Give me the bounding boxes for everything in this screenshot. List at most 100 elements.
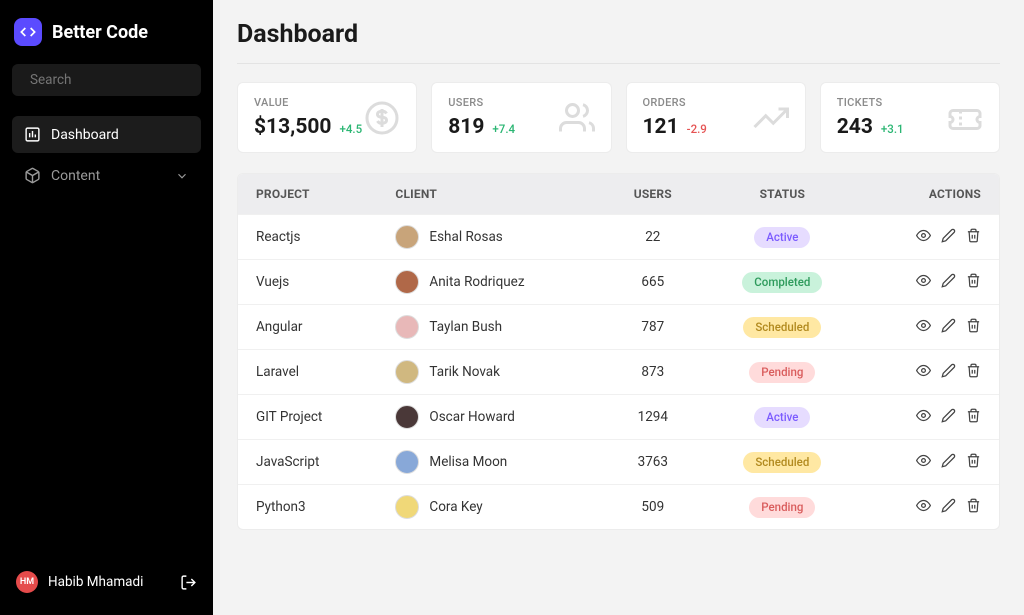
sidebar-item-content[interactable]: Content (12, 157, 201, 194)
actions-cell (861, 215, 999, 260)
view-icon[interactable] (916, 318, 931, 333)
project-cell: Angular (238, 305, 377, 350)
edit-icon[interactable] (941, 318, 956, 333)
edit-icon[interactable] (941, 408, 956, 423)
edit-icon[interactable] (941, 363, 956, 378)
delete-icon[interactable] (966, 408, 981, 423)
users-cell: 1294 (602, 395, 703, 440)
column-header: USERS (602, 174, 703, 215)
view-icon[interactable] (916, 228, 931, 243)
project-cell: Laravel (238, 350, 377, 395)
status-badge: Active (754, 227, 810, 248)
column-header: CLIENT (377, 174, 602, 215)
stat-delta: -2.9 (687, 122, 707, 136)
edit-icon[interactable] (941, 453, 956, 468)
view-icon[interactable] (916, 408, 931, 423)
trend-icon (753, 100, 789, 136)
app-name: Better Code (52, 22, 148, 43)
project-cell: Reactjs (238, 215, 377, 260)
status-cell: Scheduled (703, 440, 861, 485)
sidebar-item-label: Content (51, 168, 100, 184)
column-header: STATUS (703, 174, 861, 215)
client-name: Taylan Bush (429, 319, 502, 335)
edit-icon[interactable] (941, 273, 956, 288)
client-name: Tarik Novak (429, 364, 500, 380)
view-icon[interactable] (916, 453, 931, 468)
user-name: Habib Mhamadi (48, 574, 143, 590)
client-name: Anita Rodriquez (429, 274, 524, 290)
table-row: Angular Taylan Bush 787 Scheduled (238, 305, 999, 350)
client-cell: Tarik Novak (377, 350, 602, 395)
stat-delta: +4.5 (339, 122, 362, 136)
delete-icon[interactable] (966, 363, 981, 378)
client-cell: Cora Key (377, 485, 602, 530)
user-footer: HM Habib Mhamadi (12, 565, 201, 599)
table-row: VuejsAnita Rodriquez665Completed (238, 260, 999, 305)
status-cell: Active (703, 215, 861, 260)
view-icon[interactable] (916, 498, 931, 513)
actions-cell (861, 440, 999, 485)
status-cell: Pending (703, 350, 861, 395)
sidebar-item-dashboard[interactable]: Dashboard (12, 116, 201, 153)
users-cell: 509 (602, 485, 703, 530)
status-badge: Completed (742, 272, 822, 293)
page-title: Dashboard (237, 20, 1000, 64)
dollar-icon (364, 100, 400, 136)
actions-cell (861, 395, 999, 440)
table-row: Laravel Tarik Novak 873 Pending (238, 350, 999, 395)
users-cell: 22 (602, 215, 703, 260)
status-badge: Pending (749, 497, 815, 518)
logout-icon[interactable] (180, 574, 197, 591)
avatar (395, 315, 419, 339)
stat-value: 121 (643, 115, 679, 139)
client-cell: Oscar Howard (377, 395, 602, 440)
stat-card: VALUE$13,500+4.5 (237, 82, 417, 153)
edit-icon[interactable] (941, 498, 956, 513)
stat-cards: VALUE$13,500+4.5USERS819+7.4ORDERS121-2.… (237, 82, 1000, 153)
actions-cell (861, 485, 999, 530)
table-row: Python3Cora Key509Pending (238, 485, 999, 530)
client-cell: Eshal Rosas (377, 215, 602, 260)
stat-card: TICKETS243+3.1 (820, 82, 1000, 153)
view-icon[interactable] (916, 273, 931, 288)
search-field[interactable] (30, 72, 207, 88)
stat-value: 819 (448, 115, 484, 139)
status-cell: Pending (703, 485, 861, 530)
project-cell: JavaScript (238, 440, 377, 485)
ticket-icon (947, 100, 983, 136)
delete-icon[interactable] (966, 453, 981, 468)
stat-label: TICKETS (837, 96, 904, 109)
status-badge: Active (754, 407, 810, 428)
status-badge: Scheduled (743, 452, 821, 473)
status-cell: Active (703, 395, 861, 440)
status-cell: Scheduled (703, 305, 861, 350)
view-icon[interactable] (916, 363, 931, 378)
stat-card: ORDERS121-2.9 (626, 82, 806, 153)
client-cell: Anita Rodriquez (377, 260, 602, 305)
users-cell: 873 (602, 350, 703, 395)
client-cell: Taylan Bush (377, 305, 602, 350)
sidebar: Better Code Dashboard Content HM Habib M… (0, 0, 213, 615)
status-badge: Pending (749, 362, 815, 383)
users-cell: 787 (602, 305, 703, 350)
search-input[interactable] (12, 64, 201, 96)
status-cell: Completed (703, 260, 861, 305)
delete-icon[interactable] (966, 228, 981, 243)
avatar (395, 360, 419, 384)
client-name: Eshal Rosas (429, 229, 502, 245)
stat-card: USERS819+7.4 (431, 82, 611, 153)
delete-icon[interactable] (966, 318, 981, 333)
avatar (395, 270, 419, 294)
cube-icon (24, 167, 41, 184)
status-badge: Scheduled (743, 317, 821, 338)
stat-delta: +7.4 (492, 122, 515, 136)
app-logo: Better Code (12, 16, 201, 48)
code-icon (14, 18, 42, 46)
actions-cell (861, 350, 999, 395)
avatar (395, 495, 419, 519)
delete-icon[interactable] (966, 273, 981, 288)
avatar (395, 225, 419, 249)
delete-icon[interactable] (966, 498, 981, 513)
edit-icon[interactable] (941, 228, 956, 243)
table-row: GIT ProjectOscar Howard1294Active (238, 395, 999, 440)
